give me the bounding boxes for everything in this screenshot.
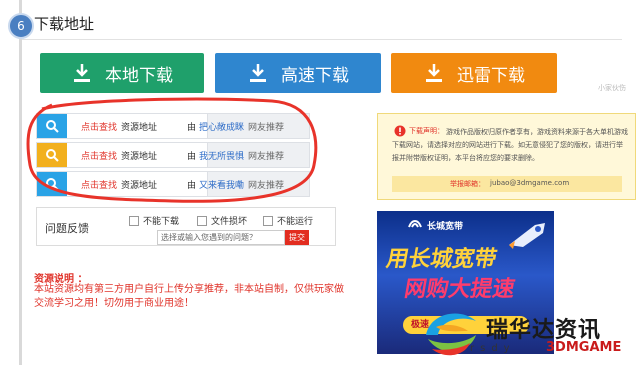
checkbox-icon[interactable] (129, 215, 139, 226)
checkbox-icon[interactable] (263, 215, 273, 226)
download-icon (250, 64, 266, 82)
local-download-label: 本地下载 (105, 65, 173, 86)
thunder-download-button[interactable]: 迅雷下载 (391, 53, 557, 93)
resource-note-text: 本站资源均有第三方用户自行上传分享推荐，非本站自制，仅供玩家做交流学习之用！切勿… (34, 284, 344, 309)
site-url: rsdy (470, 343, 516, 354)
download-icon (74, 64, 90, 82)
broadband-logo-icon (408, 220, 422, 228)
section-title: 下载地址 (34, 15, 95, 33)
option-label: 不能运行 (277, 217, 314, 227)
download-notice: 下载声明： 游戏作品版权归原作者享有，游戏资料来源于各大单机游戏下载网站，请选择… (377, 113, 636, 200)
report-mail[interactable]: jubao@3dmgame.com (490, 179, 569, 187)
notice-body: 游戏作品版权归原作者享有，游戏资料来源于各大单机游戏下载网站，请选择对应的网站进… (392, 128, 628, 162)
feedback-box: 问题反馈 不能下载 文件损坏 不能运行 选择或输入您遇到的问题？ 提交 (36, 207, 336, 246)
ad-brand: 长城宽带 (427, 222, 464, 232)
option-label: 不能下载 (143, 217, 180, 227)
ad-headline: 用长城宽带 (384, 247, 499, 272)
report-mail-label: 举报邮箱： (450, 180, 485, 188)
option-label: 文件损坏 (211, 217, 248, 227)
submit-button[interactable]: 提交 (285, 230, 309, 245)
feedback-label: 问题反馈 (45, 222, 89, 235)
thunder-download-label: 迅雷下载 (457, 65, 525, 86)
red-highlight-loop (26, 97, 318, 203)
checkbox-icon[interactable] (197, 215, 207, 226)
watermark-small: 小家伙伤 (598, 84, 626, 92)
step-badge: 6 (8, 13, 34, 39)
option-cannot-run[interactable]: 不能运行 (263, 214, 313, 227)
local-download-button[interactable]: 本地下载 (40, 53, 204, 93)
rocket-icon (509, 223, 545, 249)
fast-download-label: 高速下载 (281, 65, 349, 86)
download-icon (426, 64, 442, 82)
site-3dm-logo: 3DMGAME (546, 340, 622, 355)
option-cannot-download[interactable]: 不能下载 (129, 214, 179, 227)
ad-subheadline: 网购大提速 (402, 277, 517, 302)
option-file-corrupt[interactable]: 文件损坏 (197, 214, 247, 227)
title-divider (22, 39, 622, 40)
problem-input[interactable]: 选择或输入您遇到的问题？ (157, 230, 285, 245)
fast-download-button[interactable]: 高速下载 (215, 53, 381, 93)
